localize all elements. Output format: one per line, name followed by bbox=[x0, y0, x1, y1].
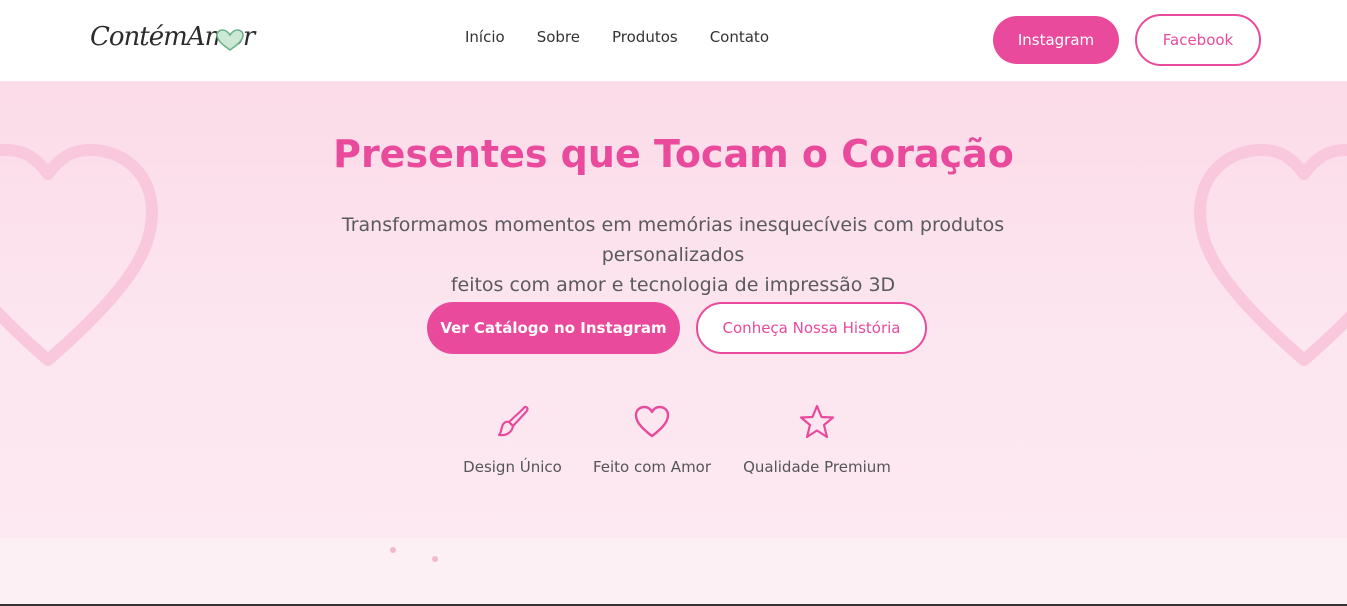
hero-subtitle: Transformamos momentos em memórias inesq… bbox=[273, 210, 1073, 300]
main-nav: Início Sobre Produtos Contato bbox=[465, 28, 769, 50]
next-section bbox=[0, 538, 1347, 604]
nav-item-sobre[interactable]: Sobre bbox=[537, 28, 580, 50]
feature-label: Qualidade Premium bbox=[743, 458, 891, 476]
nav-item-produtos[interactable]: Produtos bbox=[612, 28, 678, 50]
site-header: ContémAmor Início Sobre Produtos Contato… bbox=[0, 0, 1347, 82]
hero-subtitle-line-1: Transformamos momentos em memórias inesq… bbox=[341, 214, 1005, 266]
brand-logo[interactable]: ContémAmor bbox=[90, 20, 255, 62]
heart-icon bbox=[216, 29, 244, 51]
star-icon bbox=[799, 404, 835, 439]
hero-subtitle-line-2: feitos com amor e tecnologia de impressã… bbox=[450, 274, 896, 296]
feature-design-unico: Design Único bbox=[455, 402, 570, 476]
view-catalog-button[interactable]: Ver Catálogo no Instagram bbox=[427, 302, 680, 354]
nav-item-inicio[interactable]: Início bbox=[465, 28, 505, 50]
decorative-dot bbox=[390, 547, 396, 553]
instagram-button[interactable]: Instagram bbox=[993, 16, 1119, 64]
heart-icon bbox=[634, 405, 670, 438]
feature-feito-com-amor: Feito com Amor bbox=[588, 402, 716, 476]
facebook-button[interactable]: Facebook bbox=[1135, 14, 1261, 66]
feature-label: Feito com Amor bbox=[592, 458, 712, 476]
hero-title: Presentes que Tocam o Coração bbox=[333, 132, 1014, 176]
hero-section: Presentes que Tocam o Coração Transforma… bbox=[0, 82, 1347, 538]
our-story-button[interactable]: Conheça Nossa História bbox=[696, 302, 927, 354]
feature-label: Design Único bbox=[463, 458, 562, 476]
nav-item-contato[interactable]: Contato bbox=[710, 28, 769, 50]
paintbrush-icon bbox=[497, 405, 529, 437]
decorative-dot bbox=[432, 556, 438, 562]
feature-qualidade-premium: Qualidade Premium bbox=[737, 402, 897, 476]
